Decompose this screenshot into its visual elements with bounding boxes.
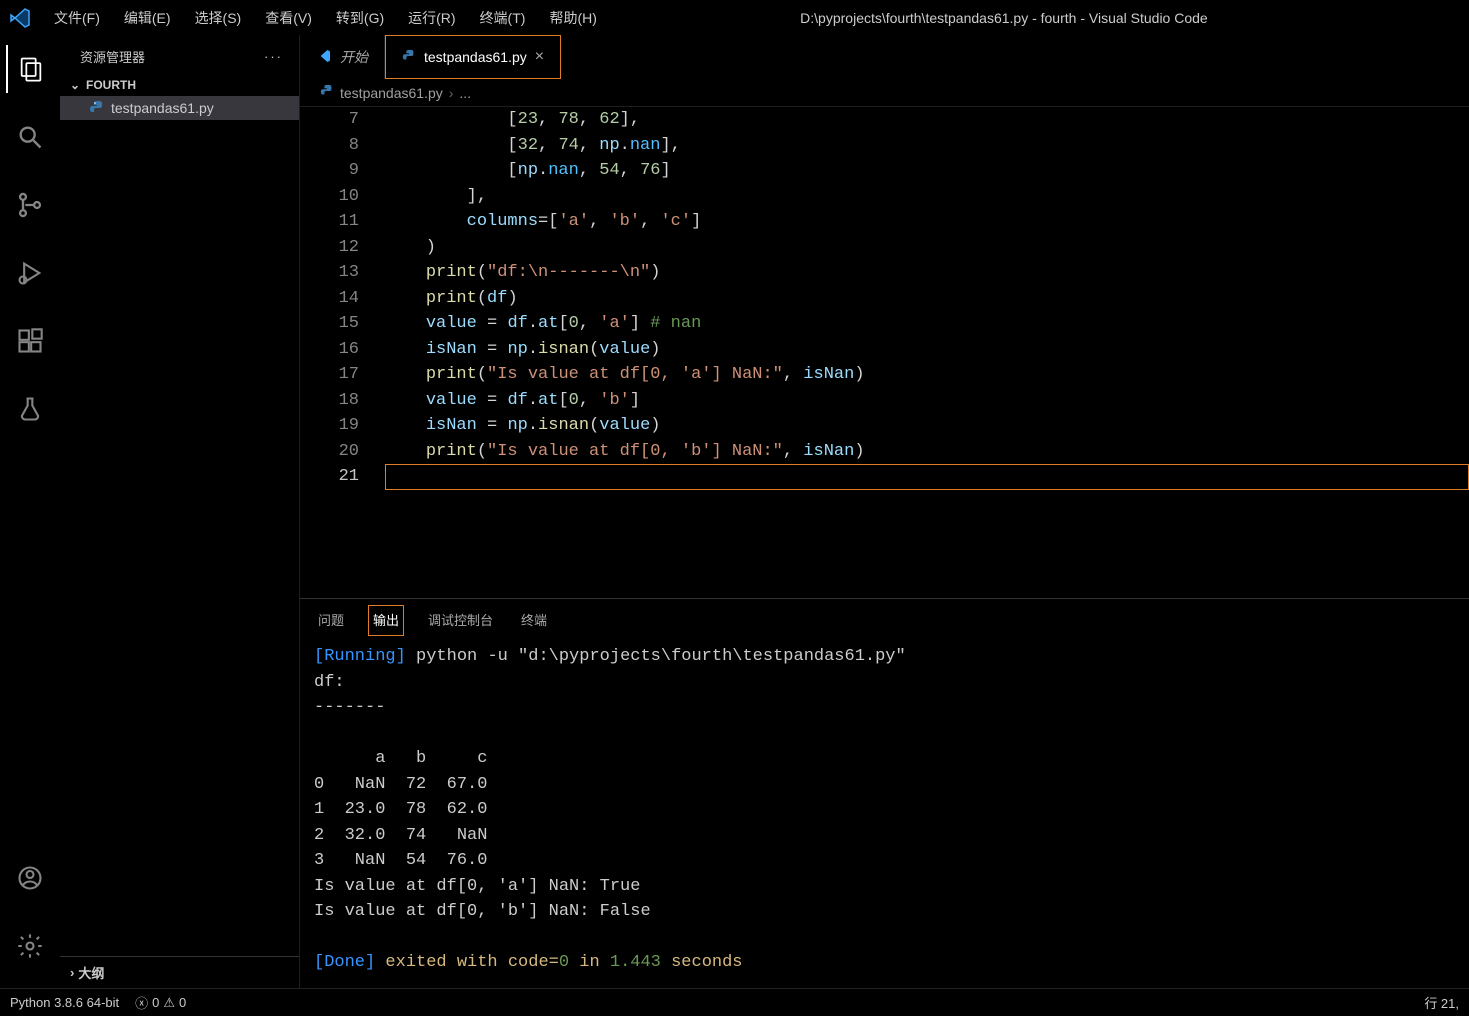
breadcrumb-more: ... bbox=[459, 85, 471, 101]
explorer-sidebar: 资源管理器 ··· ⌄ FOURTH testpandas61.py › 大纲 bbox=[60, 35, 300, 988]
project-folder[interactable]: ⌄ FOURTH bbox=[60, 74, 299, 96]
editor-tabs: 开始 testpandas61.py × bbox=[300, 35, 1469, 79]
close-icon[interactable]: × bbox=[535, 48, 544, 66]
project-name: FOURTH bbox=[86, 78, 136, 92]
outline-label: 大纲 bbox=[78, 963, 104, 982]
editor-area: 开始 testpandas61.py × testpandas61.py › .… bbox=[300, 35, 1469, 988]
menu-goto[interactable]: 转到(G) bbox=[326, 4, 394, 32]
search-icon[interactable] bbox=[6, 113, 54, 161]
run-debug-icon[interactable] bbox=[6, 249, 54, 297]
title-bar: 文件(F) 编辑(E) 选择(S) 查看(V) 转到(G) 运行(R) 终端(T… bbox=[0, 0, 1469, 35]
breadcrumb[interactable]: testpandas61.py › ... bbox=[300, 79, 1469, 107]
python-file-icon bbox=[320, 84, 334, 101]
breadcrumb-file: testpandas61.py bbox=[340, 85, 443, 101]
menu-file[interactable]: 文件(F) bbox=[44, 4, 110, 32]
panel-tab-output[interactable]: 输出 bbox=[368, 605, 404, 636]
warning-icon: ⚠ bbox=[163, 995, 175, 1011]
vscode-logo-icon bbox=[8, 6, 32, 30]
tab-label: 开始 bbox=[340, 47, 368, 67]
status-bar: Python 3.8.6 64-bit ⓧ0 ⚠0 行 21, bbox=[0, 988, 1469, 1016]
panel-tab-debug-console[interactable]: 调试控制台 bbox=[424, 606, 497, 635]
menu-terminal[interactable]: 终端(T) bbox=[470, 4, 536, 32]
activity-bar bbox=[0, 35, 60, 988]
python-file-icon bbox=[402, 49, 416, 66]
menu-select[interactable]: 选择(S) bbox=[185, 4, 252, 32]
extensions-icon[interactable] bbox=[6, 317, 54, 365]
explorer-icon[interactable] bbox=[6, 45, 54, 93]
explorer-title: 资源管理器 bbox=[80, 47, 145, 66]
output-done-msg: exited with bbox=[375, 953, 508, 972]
vscode-logo-icon bbox=[316, 48, 332, 67]
menu-help[interactable]: 帮助(H) bbox=[539, 4, 606, 32]
tab-label: testpandas61.py bbox=[424, 49, 527, 65]
menu-edit[interactable]: 编辑(E) bbox=[114, 4, 181, 32]
panel-tab-problems[interactable]: 问题 bbox=[314, 606, 348, 635]
accounts-icon[interactable] bbox=[6, 854, 54, 902]
file-name: testpandas61.py bbox=[111, 100, 214, 116]
tab-welcome[interactable]: 开始 bbox=[300, 35, 385, 79]
chevron-right-icon: › bbox=[449, 85, 454, 101]
output-done-tag: [Done] bbox=[314, 953, 375, 972]
output-content[interactable]: [Running] python -u "d:\pyprojects\fourt… bbox=[300, 636, 1469, 988]
line-number-gutter: 78910 11121314 15161718 192021 bbox=[300, 107, 385, 598]
panel-tabs: 问题 输出 调试控制台 终端 bbox=[300, 599, 1469, 636]
output-running-tag: [Running] bbox=[314, 647, 406, 666]
menu-run[interactable]: 运行(R) bbox=[398, 4, 465, 32]
testing-icon[interactable] bbox=[6, 385, 54, 433]
menu-view[interactable]: 查看(V) bbox=[255, 4, 322, 32]
tab-testpandas61[interactable]: testpandas61.py × bbox=[385, 35, 561, 79]
status-problems[interactable]: ⓧ0 ⚠0 bbox=[135, 993, 186, 1012]
menu-bar: 文件(F) 编辑(E) 选择(S) 查看(V) 转到(G) 运行(R) 终端(T… bbox=[44, 4, 607, 32]
python-file-icon bbox=[89, 100, 105, 116]
panel-tab-terminal[interactable]: 终端 bbox=[517, 606, 551, 635]
chevron-right-icon: › bbox=[70, 965, 74, 980]
file-tree-item[interactable]: testpandas61.py bbox=[60, 96, 299, 120]
bottom-panel: 问题 输出 调试控制台 终端 [Running] python -u "d:\p… bbox=[300, 598, 1469, 988]
status-python-version[interactable]: Python 3.8.6 64-bit bbox=[10, 995, 119, 1010]
output-body: df: ------- a b c 0 NaN 72 67.0 1 23.0 7… bbox=[314, 673, 651, 922]
code-content[interactable]: [23, 78, 62], [32, 74, np.nan], [np.nan,… bbox=[385, 107, 1469, 598]
chevron-down-icon: ⌄ bbox=[70, 78, 82, 92]
output-running-cmd: python -u "d:\pyprojects\fourth\testpand… bbox=[406, 647, 906, 666]
status-cursor-position[interactable]: 行 21, bbox=[1424, 993, 1459, 1012]
window-title: D:\pyprojects\fourth\testpandas61.py - f… bbox=[607, 10, 1461, 26]
settings-gear-icon[interactable] bbox=[6, 922, 54, 970]
source-control-icon[interactable] bbox=[6, 181, 54, 229]
code-editor[interactable]: 78910 11121314 15161718 192021 [23, 78, … bbox=[300, 107, 1469, 598]
explorer-more-icon[interactable]: ··· bbox=[264, 49, 283, 64]
outline-section[interactable]: › 大纲 bbox=[60, 956, 299, 988]
error-icon: ⓧ bbox=[135, 993, 148, 1012]
